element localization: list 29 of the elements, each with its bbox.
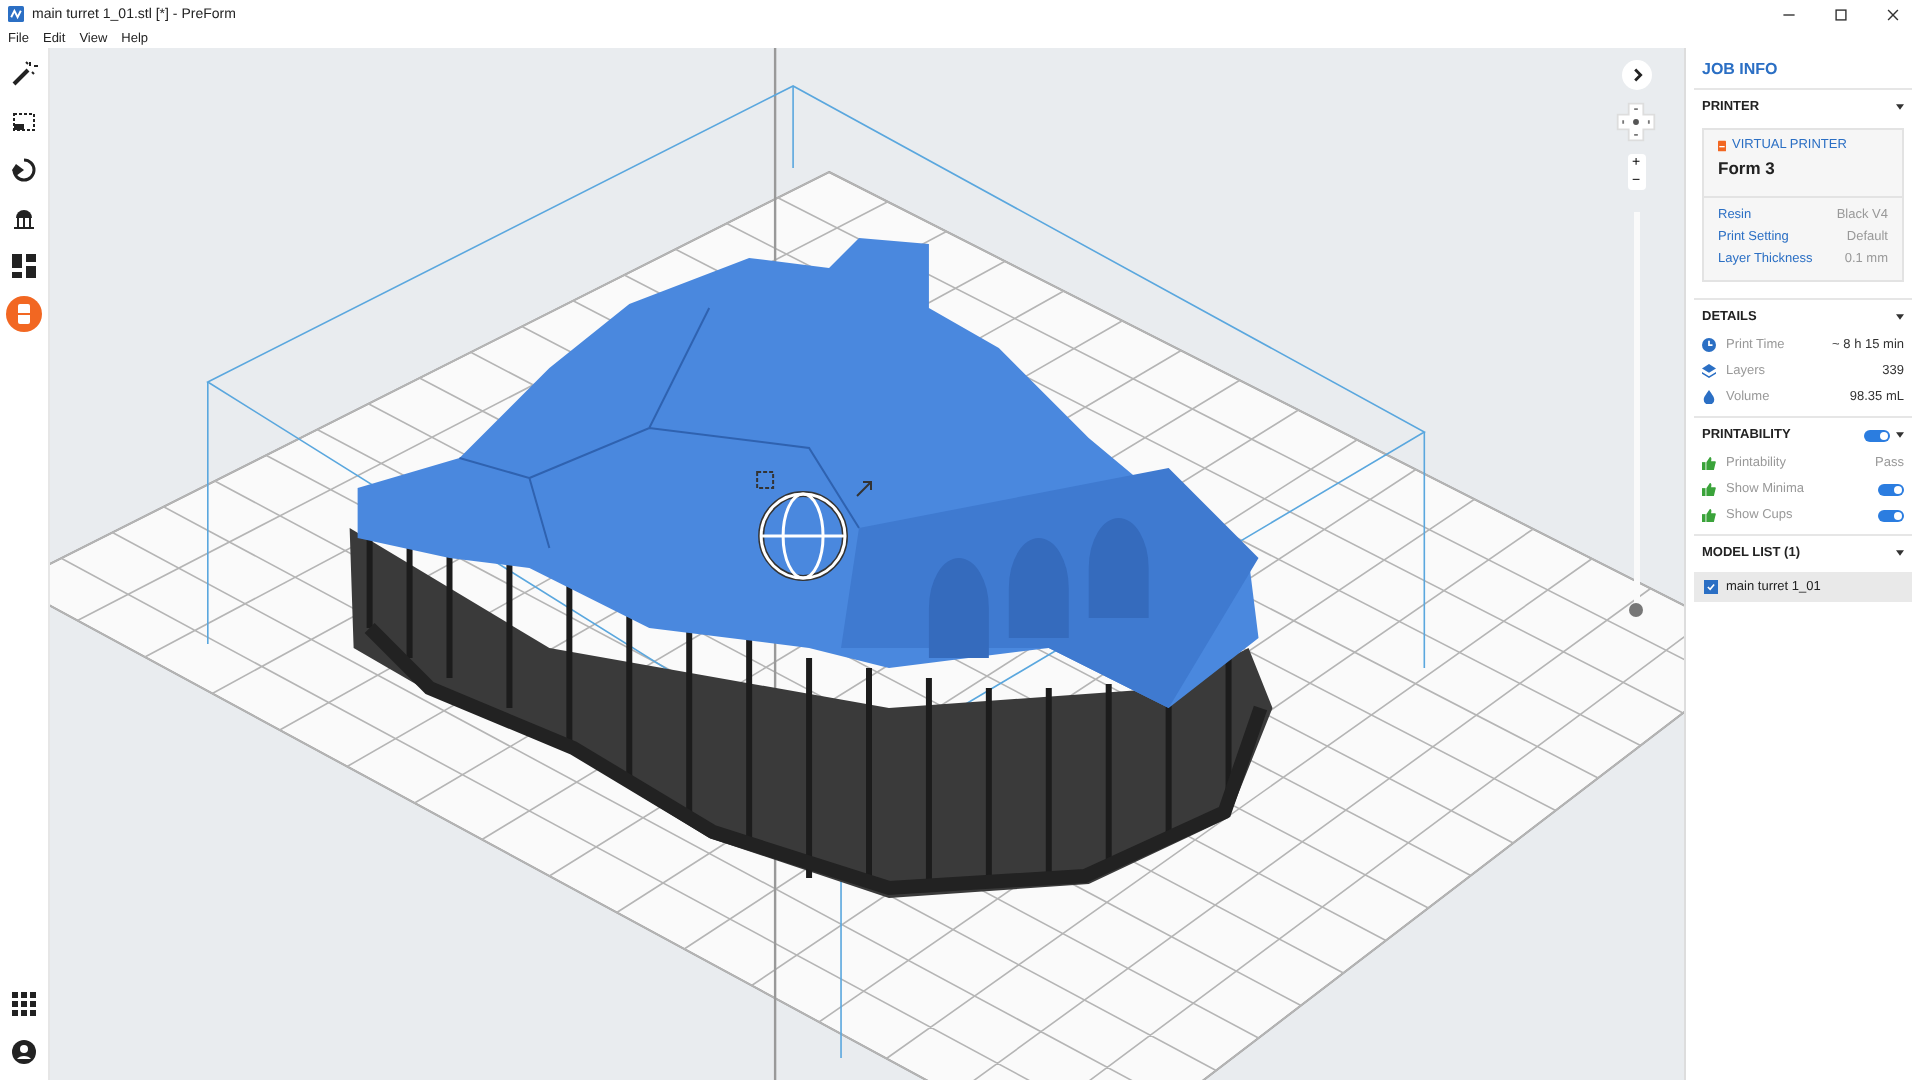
account-icon[interactable] [6, 1034, 42, 1070]
clock-icon [1702, 338, 1716, 352]
layers-icon [1702, 364, 1716, 378]
caret-icon[interactable] [1896, 314, 1904, 320]
layout-tool-icon[interactable] [6, 248, 42, 284]
scale-handle-icon[interactable] [856, 481, 872, 497]
caret-icon[interactable] [1896, 432, 1904, 438]
thumbs-up-icon [1702, 456, 1716, 470]
checkbox[interactable] [1704, 580, 1718, 594]
maximize-icon[interactable] [1834, 7, 1848, 21]
caret-icon[interactable] [1896, 550, 1904, 556]
toggle-switch[interactable] [1878, 509, 1904, 521]
panel-title: JOB INFO [1700, 58, 1780, 82]
pan-control-icon[interactable] [1614, 100, 1658, 144]
move-handle-icon[interactable] [756, 471, 775, 489]
printer-name: Form 3 [1718, 158, 1777, 178]
print-tool-icon[interactable] [6, 296, 42, 332]
apps-grid-icon[interactable] [6, 986, 42, 1022]
toggle-switch[interactable] [1878, 483, 1904, 495]
expand-panel-button[interactable] [1621, 60, 1651, 90]
printer-icon [1718, 139, 1726, 151]
rotate-gizmo-icon[interactable] [758, 491, 849, 581]
volume-icon [1702, 390, 1716, 404]
thumbs-up-icon [1702, 482, 1716, 496]
thumbs-up-icon [1702, 508, 1716, 522]
close-icon[interactable] [1886, 7, 1900, 21]
app-logo-icon [8, 6, 24, 22]
caret-icon[interactable] [1896, 104, 1904, 110]
toggle-switch[interactable] [1864, 429, 1890, 441]
